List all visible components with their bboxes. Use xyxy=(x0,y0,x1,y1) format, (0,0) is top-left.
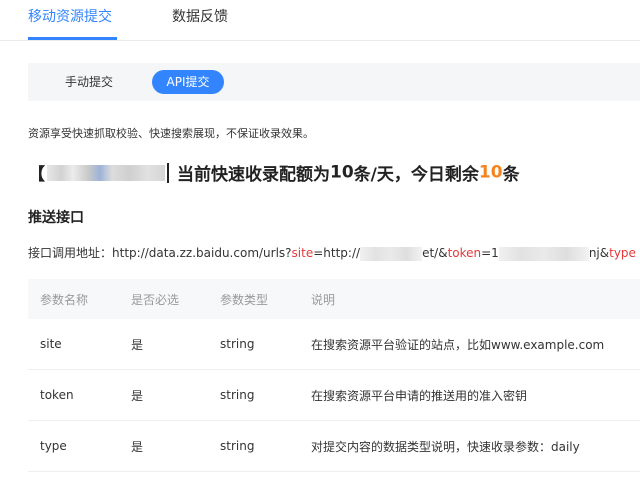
manual-submit-button[interactable]: 手动提交 xyxy=(65,70,113,94)
notice-text: 资源享受快速抓取校验、快速搜索展现，不保证收录效果。 xyxy=(28,127,314,140)
table-row: token 是 string 在搜索资源平台申请的推送用的准入密钥 xyxy=(28,369,640,421)
api-url-token-key: token xyxy=(447,246,482,260)
api-url-site-key: site xyxy=(291,246,314,260)
table-row: site 是 string 在搜索资源平台验证的站点，比如www.example… xyxy=(28,319,640,370)
cell-param-name: token xyxy=(28,369,119,421)
header-param-type: 参数类型 xyxy=(208,279,299,319)
tab-data-feedback[interactable]: 数据反馈 xyxy=(172,8,228,26)
cell-description: 对提交内容的数据类型说明，快速收录参数：daily xyxy=(299,420,640,472)
cell-param-type: string xyxy=(208,369,299,421)
api-url-label: 接口调用地址： xyxy=(28,246,113,260)
push-api-title: 推送接口 xyxy=(28,210,84,226)
api-url-token-prefix: =1 xyxy=(481,246,499,260)
masked-token xyxy=(498,246,589,261)
cell-param-type: string xyxy=(208,319,299,370)
table-row: type 是 string 对提交内容的数据类型说明，快速收录参数：daily xyxy=(28,420,640,472)
cell-param-type: string xyxy=(208,420,299,472)
api-url-site-prefix: =http:// xyxy=(313,246,361,260)
quota-daily-value: 10 xyxy=(330,162,354,183)
api-url-token-suffix: nj& xyxy=(588,246,610,260)
cell-description: 在搜索资源平台验证的站点，比如www.example.com xyxy=(299,319,640,370)
cell-param-name: site xyxy=(28,319,119,370)
cell-required: 是 xyxy=(119,369,208,421)
header-param-name: 参数名称 xyxy=(28,279,119,319)
quota-text-before: 当前快速收录配额为 xyxy=(177,165,330,185)
api-submit-button[interactable]: API提交 xyxy=(152,70,224,94)
table-header-row: 参数名称 是否必选 参数类型 说明 xyxy=(28,279,640,319)
api-url-base: http://data.zz.baidu.com/urls? xyxy=(112,246,292,260)
top-tabs: 移动资源提交 数据反馈 xyxy=(0,0,640,41)
cell-required: 是 xyxy=(119,420,208,472)
api-url-type-key: type xyxy=(609,246,636,260)
masked-site-url xyxy=(360,246,423,261)
quota-separator xyxy=(167,162,169,183)
cell-description: 在搜索资源平台申请的推送用的准入密钥 xyxy=(299,369,640,421)
api-url-site-suffix: et/& xyxy=(422,246,448,260)
tab-mobile-resource-submit[interactable]: 移动资源提交 xyxy=(28,8,112,26)
params-table: 参数名称 是否必选 参数类型 说明 site 是 string 在搜索资源平台验… xyxy=(28,279,640,472)
quota-heading: 【当前快速收录配额为10条/天，今日剩余10条 xyxy=(28,160,520,185)
quota-text-after: 条 xyxy=(502,165,520,185)
cell-required: 是 xyxy=(119,319,208,370)
header-description: 说明 xyxy=(299,279,640,319)
active-tab-underline xyxy=(28,37,117,40)
quota-text-middle: 条/天，今日剩余 xyxy=(353,165,479,185)
masked-site-name xyxy=(47,164,165,181)
page: 移动资源提交 数据反馈 手动提交 API提交 资源享受快速抓取校验、快速搜索展现… xyxy=(0,0,640,480)
cell-param-name: type xyxy=(28,420,119,472)
submit-mode-bar: 手动提交 API提交 xyxy=(28,63,640,101)
api-url-line: 接口调用地址：http://data.zz.baidu.com/urls?sit… xyxy=(28,244,636,261)
quota-bracket: 【 xyxy=(28,165,45,185)
header-required: 是否必选 xyxy=(119,279,208,319)
quota-remaining-value: 10 xyxy=(478,162,503,183)
